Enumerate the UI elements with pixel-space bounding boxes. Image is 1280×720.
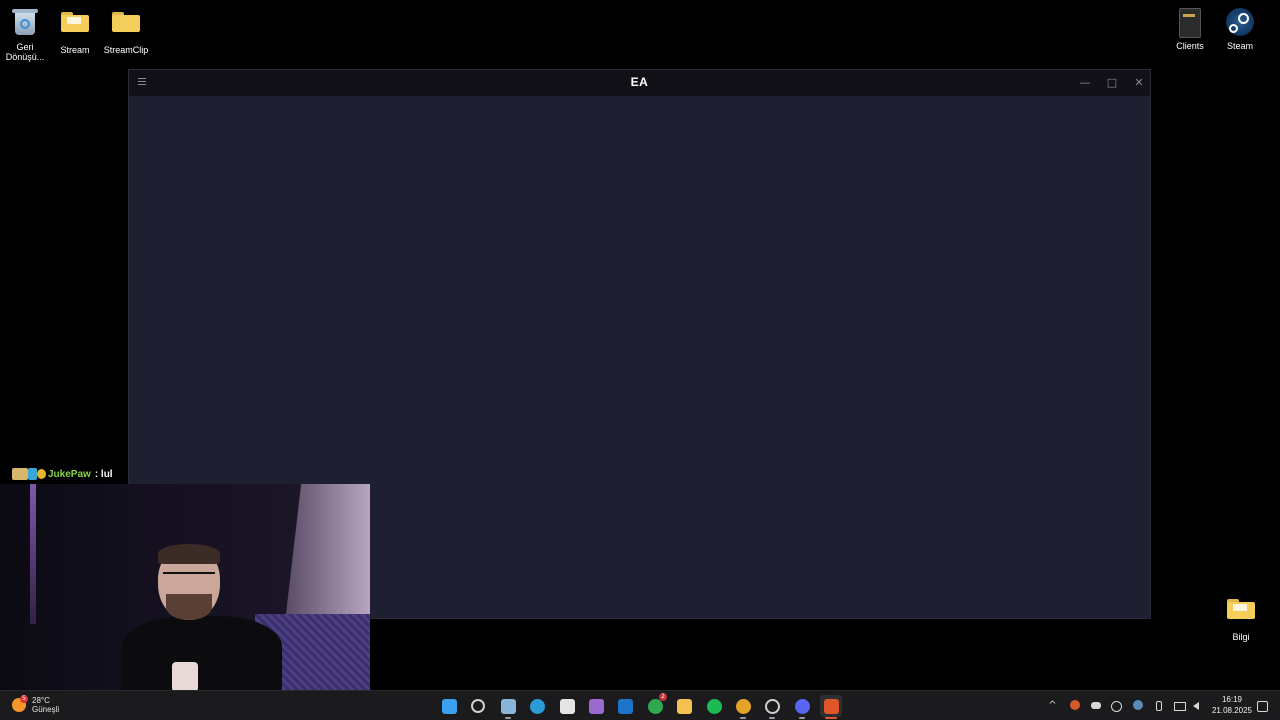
microphone-icon[interactable]: [1152, 699, 1165, 712]
webcam-feed: [0, 484, 370, 692]
taskbar-app-app-settings[interactable]: [497, 695, 519, 719]
store-icon: [559, 698, 575, 714]
notification-icon[interactable]: [1256, 699, 1269, 712]
clock-date: 21.08.2025: [1211, 706, 1253, 715]
outlook-icon: [617, 698, 633, 714]
window-titlebar[interactable]: EA — □ ✕: [129, 70, 1150, 96]
folder-icon: [110, 12, 142, 42]
clients-icon: [1174, 8, 1206, 38]
weather-temperature: 28°C: [32, 696, 50, 705]
desktop: Geri Dönüşü... Stream StreamClip Clients…: [0, 0, 1280, 720]
search-icon: [471, 699, 485, 713]
folder-icon: [59, 12, 91, 42]
desktop-icon-streamclip[interactable]: StreamClip: [101, 6, 151, 55]
close-button[interactable]: ✕: [1131, 75, 1147, 91]
taskbar-app-search[interactable]: [467, 695, 489, 717]
desktop-icon-steam[interactable]: Steam: [1215, 6, 1265, 51]
desktop-icon-recycle-bin[interactable]: Geri Dönüşü...: [0, 6, 50, 62]
xbox-icon: [647, 698, 663, 714]
stream-chat-message: JukePaw : lul: [12, 467, 113, 481]
steam-icon: [1224, 8, 1256, 38]
folder-icon: [1225, 599, 1257, 629]
tray-app-icon[interactable]: [1110, 699, 1123, 712]
taskbar-app-edge[interactable]: [526, 695, 548, 717]
desktop-icon-label: Geri Dönüşü...: [5, 42, 45, 62]
desktop-icon-label: Steam: [1226, 41, 1253, 51]
taskbar-app-spotify[interactable]: [703, 695, 725, 717]
taskbar-app-copilot[interactable]: [585, 695, 607, 717]
taskbar: 5 28°C Güneşli 2 ^ 16:19 21.08.2025: [0, 690, 1280, 720]
recycle-bin-icon: [9, 9, 41, 39]
minimize-button[interactable]: —: [1077, 75, 1093, 91]
desktop-icon-label: Stream: [60, 45, 90, 55]
running-indicator: [769, 717, 775, 719]
taskbar-app-chrome[interactable]: [732, 695, 754, 719]
chat-username: JukePaw: [48, 468, 91, 480]
tray-app-icon[interactable]: [1068, 699, 1081, 712]
taskbar-app-badge: 2: [659, 693, 667, 701]
desktop-icon-label: Bilgi: [1232, 632, 1250, 642]
desktop-icon-label: StreamClip: [103, 45, 149, 55]
weather-badge: 5: [20, 695, 28, 703]
clock-time: 16:19: [1221, 695, 1243, 704]
taskbar-app-ea[interactable]: [820, 695, 842, 719]
folder-icon: [676, 698, 692, 714]
spotify-icon: [706, 698, 722, 714]
running-indicator: [825, 717, 837, 719]
taskbar-app-xbox[interactable]: 2: [644, 693, 667, 717]
weather-widget[interactable]: 5 28°C Güneşli: [12, 695, 60, 714]
volume-icon[interactable]: [1189, 699, 1202, 712]
chrome-icon: [735, 698, 751, 714]
running-indicator: [505, 717, 511, 719]
discord-icon: [794, 698, 810, 714]
taskbar-app-explorer[interactable]: [673, 695, 695, 717]
edge-icon: [529, 698, 545, 714]
taskbar-app-start[interactable]: [438, 695, 460, 717]
running-indicator: [740, 717, 746, 719]
chat-badges-icon: [12, 467, 46, 481]
weather-condition: Güneşli: [32, 705, 60, 714]
chat-app-icon: [588, 698, 604, 714]
network-icon[interactable]: [1173, 699, 1186, 712]
maximize-button[interactable]: □: [1104, 75, 1120, 91]
desktop-icon-stream[interactable]: Stream: [50, 6, 100, 55]
clock-app-icon: [764, 698, 780, 714]
desktop-icon-bilgi[interactable]: Bilgi: [1216, 593, 1266, 642]
chevron-up-icon[interactable]: ^: [1046, 699, 1059, 712]
desktop-icon-label: Clients: [1176, 41, 1204, 51]
sun-icon: 5: [12, 695, 28, 712]
discord-tray-icon[interactable]: [1089, 699, 1102, 712]
window-title: EA: [630, 75, 649, 89]
taskbar-clock[interactable]: 16:19 21.08.2025: [1206, 694, 1258, 716]
windows-start-icon: [441, 698, 457, 714]
running-indicator: [799, 717, 805, 719]
steam-tray-icon[interactable]: [1131, 699, 1144, 712]
ea-icon: [823, 698, 839, 714]
taskbar-app-outlook[interactable]: [614, 695, 636, 717]
taskbar-app-clock-app[interactable]: [761, 695, 783, 719]
gear-icon: [500, 698, 516, 714]
desktop-icon-clients[interactable]: Clients: [1165, 6, 1215, 51]
chat-message-text: : lul: [94, 468, 113, 480]
taskbar-app-store[interactable]: [556, 695, 578, 717]
taskbar-app-discord[interactable]: [791, 695, 813, 719]
